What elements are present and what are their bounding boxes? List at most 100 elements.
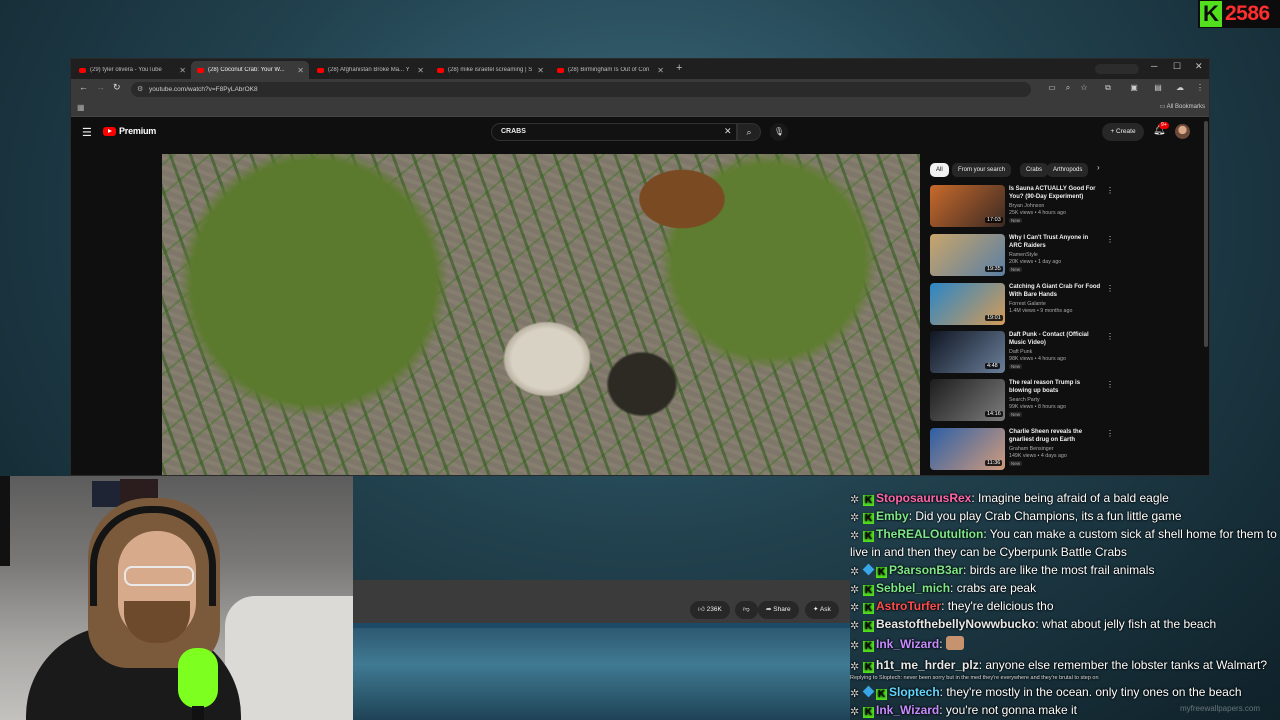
chat-username[interactable]: h1t_me_hrder_plz — [876, 658, 979, 672]
chip-arthropods[interactable]: Arthropods — [1047, 163, 1089, 177]
close-tab-icon[interactable]: ✕ — [417, 66, 424, 75]
minimize-icon[interactable]: ─ — [1151, 61, 1157, 71]
microphone — [178, 648, 218, 708]
account-avatar[interactable] — [1175, 124, 1190, 139]
youtube-logo[interactable]: Premium — [103, 126, 156, 136]
chat-text: crabs are peak — [953, 581, 1037, 595]
chip-crabs[interactable]: Crabs — [1020, 163, 1049, 177]
webcam-shadow — [0, 476, 10, 566]
ask-button[interactable]: ✦ Ask — [805, 601, 839, 619]
chat-username[interactable]: BeastofthebellyNowwbucko — [876, 617, 1035, 631]
extension-icon[interactable]: ⧉ — [1103, 83, 1113, 93]
more-actions-icon[interactable]: ⋮ — [1106, 186, 1114, 195]
recommended-video[interactable]: 19:35 Why I Can't Trust Anyone in ARC Rai… — [930, 234, 1118, 278]
new-badge: New — [1009, 267, 1023, 272]
reload-icon[interactable]: ↻ — [113, 82, 121, 93]
recommended-video[interactable]: 14:16 The real reason Trump is blowing up… — [930, 379, 1118, 423]
more-actions-icon[interactable]: ⋮ — [1106, 429, 1114, 438]
video-duration: 11:36 — [985, 460, 1003, 466]
apps-grid-icon[interactable]: ▦ — [77, 103, 85, 112]
video-meta: 149K views • 4 days ago — [1009, 453, 1067, 459]
star-badge-icon: ✲ — [850, 602, 860, 614]
share-button[interactable]: ➦ Share — [758, 601, 799, 619]
chat-username[interactable]: AstroTurfer — [876, 599, 941, 613]
chat-overlay: ✲ K StoposaurusRex: Imagine being afraid o… — [850, 489, 1280, 720]
recommended-video[interactable]: 19:01 Catching A Giant Crab For Food With… — [930, 283, 1118, 327]
video-title[interactable]: Daft Punk - Contact (Official Music Vide… — [1009, 331, 1101, 347]
browser-tab-active[interactable]: (28) Coconut Crab: Your W... ✕ — [191, 61, 309, 79]
close-tab-icon[interactable]: ✕ — [297, 66, 304, 75]
more-actions-icon[interactable]: ⋮ — [1106, 284, 1114, 293]
browser-tab[interactable]: (28) mike israetel screaming | S ✕ — [431, 61, 549, 79]
more-actions-icon[interactable]: ⋮ — [1106, 332, 1114, 341]
tab-bar: (29) tyler olivera - YouTube ✕ (28) Cocon… — [71, 59, 1209, 79]
video-title[interactable]: The real reason Trump is blowing up boat… — [1009, 379, 1101, 395]
video-duration: 14:16 — [985, 411, 1003, 417]
back-icon[interactable]: ← — [79, 82, 88, 92]
search-input[interactable]: CRABS — [491, 123, 737, 141]
browser-tab[interactable]: (28) Birmingham Is Out of Con ✕ — [551, 61, 669, 79]
chat-message: ✲ K StoposaurusRex: Imagine being afraid o… — [850, 489, 1280, 507]
chat-username[interactable]: P3arsonB3ar — [889, 563, 963, 577]
page-scrollbar[interactable] — [1204, 121, 1208, 347]
install-icon[interactable]: ▭ — [1047, 83, 1057, 93]
clear-search-icon[interactable]: ✕ — [724, 126, 732, 137]
browser-menu-icon[interactable]: ⋮ — [1195, 83, 1205, 93]
new-badge: New — [1009, 218, 1023, 223]
cast-icon[interactable]: ▤ — [1153, 83, 1163, 93]
site-info-icon[interactable]: ⚙ — [137, 82, 143, 97]
video-title[interactable]: Catching A Giant Crab For Food With Bare… — [1009, 283, 1101, 299]
create-button[interactable]: + Create — [1102, 123, 1144, 141]
chat-username[interactable]: StoposaurusRex — [876, 491, 971, 505]
more-actions-icon[interactable]: ⋮ — [1106, 380, 1114, 389]
video-title[interactable]: Is Sauna ACTUALLY Good For You? (90-Day … — [1009, 185, 1101, 201]
dislike-button[interactable]: 👎︎ — [735, 601, 758, 619]
chat-username[interactable]: TheREALOutultion — [876, 527, 983, 541]
bookmark-star-icon[interactable]: ☆ — [1079, 83, 1089, 93]
recommended-video[interactable]: 11:36 Charlie Sheen reveals the gnarliest… — [930, 428, 1118, 472]
new-tab-button[interactable]: + — [676, 62, 682, 74]
channel-name[interactable]: Search Party — [1009, 397, 1040, 403]
chat-username[interactable]: Sebbel_mich — [876, 581, 950, 595]
chat-username[interactable]: Ink_Wizard — [876, 703, 939, 717]
recommended-video[interactable]: 4:48 Daft Punk - Contact (Official Music … — [930, 331, 1118, 375]
more-actions-icon[interactable]: ⋮ — [1106, 235, 1114, 244]
video-player[interactable]: ▭ ⧉ — [162, 154, 920, 475]
video-title[interactable]: Why I Can't Trust Anyone in ARC Raiders — [1009, 234, 1101, 250]
close-window-icon[interactable]: ✕ — [1195, 61, 1203, 72]
browser-tab[interactable]: (28) Afghanistan Broke Ma... Y ✕ — [311, 61, 429, 79]
like-button[interactable]: 👍︎ 236K — [690, 601, 730, 619]
url-field[interactable]: ⚙ youtube.com/watch?v=F8PyLAbrOK8 — [131, 82, 1031, 97]
browser-tab[interactable]: (29) tyler olivera - YouTube ✕ — [73, 61, 191, 79]
video-title[interactable]: Charlie Sheen reveals the gnarliest drug… — [1009, 428, 1101, 444]
chip-all[interactable]: All — [930, 163, 949, 177]
channel-name[interactable]: Graham Bensinger — [1009, 446, 1053, 452]
chevron-right-icon[interactable]: › — [1097, 163, 1100, 172]
star-badge-icon: ✲ — [850, 530, 860, 542]
chat-username[interactable]: Emby — [876, 509, 909, 523]
recommended-video[interactable]: 17:03 Is Sauna ACTUALLY Good For You? (90… — [930, 185, 1118, 229]
search-button[interactable]: ⌕ — [737, 123, 761, 141]
zoom-icon[interactable]: ⌕ — [1063, 83, 1073, 93]
channel-name[interactable]: RamenStyle — [1009, 252, 1038, 258]
voice-search-icon[interactable]: 🎙︎ — [770, 123, 788, 141]
sidepanel-icon[interactable]: ▣ — [1129, 83, 1139, 93]
chat-username[interactable]: Ink_Wizard — [876, 637, 939, 651]
chip-from-your-search[interactable]: From your search — [952, 163, 1012, 177]
channel-name[interactable]: Daft Punk — [1009, 349, 1032, 355]
close-tab-icon[interactable]: ✕ — [179, 66, 186, 75]
channel-name[interactable]: Bryan Johnson — [1009, 203, 1044, 209]
close-tab-icon[interactable]: ✕ — [657, 66, 664, 75]
close-tab-icon[interactable]: ✕ — [537, 66, 544, 75]
star-badge-icon: ✲ — [850, 706, 860, 718]
profile-pill[interactable] — [1095, 64, 1139, 74]
maximize-icon[interactable]: ☐ — [1173, 61, 1181, 72]
youtube-header: ☰ Premium CRABS ✕ ⌕ 🎙︎ + Create 🔔︎ 9+ — [71, 117, 1209, 149]
chat-username[interactable]: Sloptech — [889, 685, 940, 699]
profile-icon[interactable]: ☁ — [1175, 83, 1185, 93]
forward-icon[interactable]: → — [96, 82, 105, 92]
hamburger-menu-icon[interactable]: ☰ — [82, 126, 92, 139]
all-bookmarks-button[interactable]: ▭ All Bookmarks — [1160, 103, 1205, 110]
channel-name[interactable]: Forrest Galante — [1009, 301, 1046, 307]
subscriber-count: 2586 — [1225, 2, 1270, 25]
